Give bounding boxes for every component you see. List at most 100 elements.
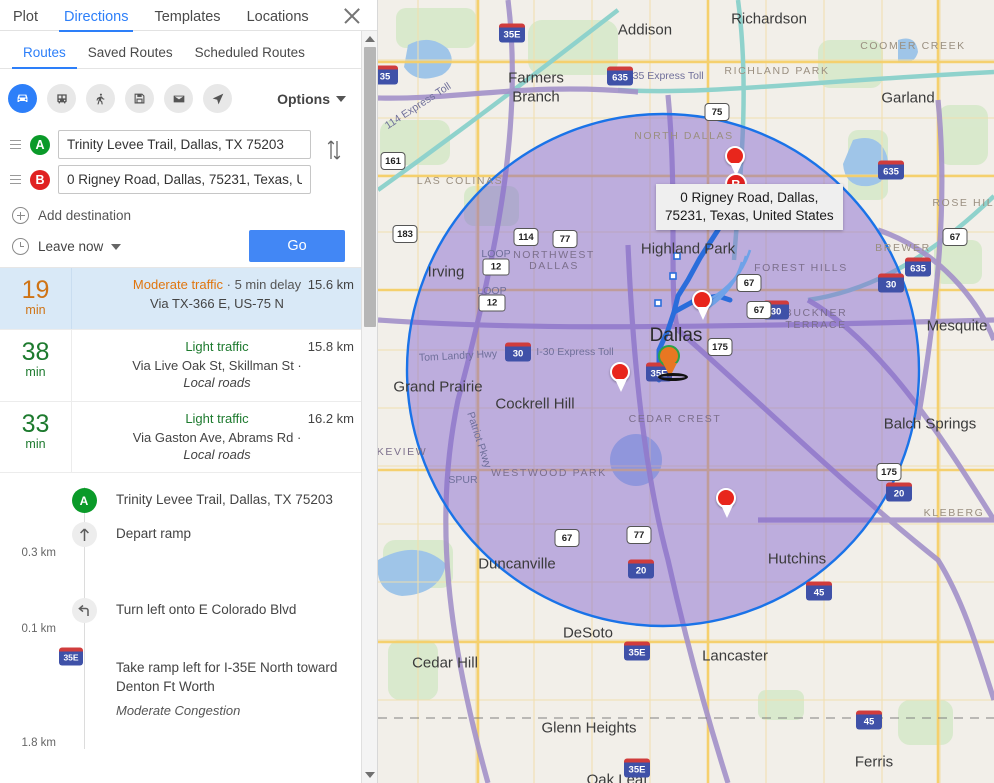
origin-badge: A xyxy=(30,134,50,155)
scroll-up-button[interactable] xyxy=(362,31,377,47)
pin-west[interactable] xyxy=(610,362,632,392)
map-neighborhood-label: NORTH DALLAS xyxy=(634,130,734,142)
options-button[interactable]: Options xyxy=(277,91,350,107)
route-distance: 15.6 km xyxy=(307,277,354,292)
chevron-up-icon xyxy=(364,36,375,42)
pin-b-destination[interactable] xyxy=(725,146,747,176)
origin-input[interactable] xyxy=(58,130,311,159)
bus-icon[interactable] xyxy=(47,84,76,113)
tab-routes[interactable]: Routes xyxy=(12,45,77,69)
map-neighborhood-label: ROSE HILL xyxy=(932,197,994,209)
highway-shield-77-icon: 77 xyxy=(626,526,652,544)
drag-handle-icon[interactable] xyxy=(10,138,24,152)
map-neighborhood-label: COOMER CREEK xyxy=(860,40,966,52)
pin-south[interactable] xyxy=(716,488,738,518)
map-city-label: Irving xyxy=(427,263,465,281)
leave-now-label[interactable]: Leave now xyxy=(38,239,103,254)
traffic-status: Moderate traffic xyxy=(132,277,223,292)
route-duration-value: 38 xyxy=(21,338,50,366)
step-item[interactable]: 0.1 km Turn left onto E Colorado Blvd xyxy=(0,597,362,656)
map-road-label: I-30 Express Toll xyxy=(536,346,614,358)
route-duration-value: 33 xyxy=(21,409,50,438)
origin-marker-a[interactable] xyxy=(658,345,688,381)
step-item[interactable]: 1.8 km 35E Take ramp left for I-35E Nort… xyxy=(0,647,362,750)
step-distance: 0.3 km xyxy=(21,547,56,560)
step-instruction: Turn left onto E Colorado Blvd xyxy=(116,602,297,618)
map-city-label: Balch Springs xyxy=(883,415,977,433)
highway-shield-175-icon: 175 xyxy=(707,338,733,356)
destination-input[interactable] xyxy=(58,165,311,194)
tab-templates[interactable]: Templates xyxy=(141,9,233,32)
scrollbar-thumb[interactable] xyxy=(364,47,376,327)
pin-north[interactable] xyxy=(692,290,714,320)
map-city-label: Dallas xyxy=(649,325,703,346)
chevron-down-icon[interactable] xyxy=(111,243,122,250)
map-city-label: Duncanville xyxy=(478,555,556,573)
route-duration-value: 19 xyxy=(21,276,50,304)
map-city-label: Oak Leaf xyxy=(586,771,648,783)
map-popup[interactable]: 0 Rigney Road, Dallas, 75231, Texas, Uni… xyxy=(656,184,843,231)
map-neighborhood-label: TERRACE xyxy=(785,319,847,331)
tab-saved-routes[interactable]: Saved Routes xyxy=(77,45,184,69)
tab-directions[interactable]: Directions xyxy=(51,9,141,32)
directions-panel: Plot Directions Templates Locations Rout… xyxy=(0,0,378,783)
map-neighborhood-label: DALLAS xyxy=(529,260,579,272)
tab-locations[interactable]: Locations xyxy=(234,9,322,32)
step-instruction: Trinity Levee Trail, Dallas, TX 75203 xyxy=(116,492,333,508)
route-inputs: A B xyxy=(0,123,362,197)
panel-scroll-body: Options A B xyxy=(0,70,362,783)
map-neighborhood-label: BUCKNER xyxy=(784,307,848,319)
tab-scheduled-routes[interactable]: Scheduled Routes xyxy=(184,45,316,69)
highway-shield-35-icon: 35 xyxy=(378,65,398,85)
panel-scrollbar[interactable] xyxy=(361,31,377,783)
route-via-suffix: Local roads xyxy=(183,446,251,462)
highway-shield-67-icon: 67 xyxy=(554,529,580,547)
route-via: Via TX-366 E, US-75 N xyxy=(80,295,354,312)
tab-plot[interactable]: Plot xyxy=(0,9,51,32)
add-destination-button[interactable]: Add destination xyxy=(0,197,362,230)
map-road-label: Patriot Pkwy xyxy=(464,410,494,470)
swap-arrows-icon[interactable] xyxy=(322,137,346,167)
go-button[interactable]: Go xyxy=(249,230,345,262)
drag-handle-icon[interactable] xyxy=(10,173,24,187)
route-duration-unit: min xyxy=(25,436,46,451)
map-neighborhood-label: FOREST HILLS xyxy=(754,262,848,274)
scroll-down-button[interactable] xyxy=(362,767,377,783)
origin-marker-a: A xyxy=(71,488,97,514)
route-option-3[interactable]: 33 min Light traffic Via Gaston Ave, Abr… xyxy=(0,401,362,474)
map-city-label: Cedar Hill xyxy=(412,654,478,672)
car-icon[interactable] xyxy=(8,84,37,113)
map-neighborhood-label: LAKEVIEW xyxy=(378,446,428,458)
map-neighborhood-label: RICHLAND PARK xyxy=(724,65,830,77)
walk-icon[interactable] xyxy=(86,84,115,113)
chevron-down-icon xyxy=(364,772,375,778)
route-option-2[interactable]: 38 min Light traffic Via Live Oak St, Sk… xyxy=(0,330,362,402)
step-instruction: Depart ramp xyxy=(116,526,192,542)
envelope-icon[interactable] xyxy=(164,84,193,113)
route-option-1[interactable]: 19 min Moderate traffic · 5 min delay Vi… xyxy=(0,268,362,330)
highway-shield-635-icon: 635 xyxy=(878,160,904,180)
step-congestion-note: Moderate Congestion xyxy=(116,703,241,719)
map-road-label: I-635 Express Toll xyxy=(620,70,704,82)
close-icon[interactable] xyxy=(341,5,363,27)
highway-shield-161-icon: 161 xyxy=(380,152,406,170)
route-distance: 16.2 km xyxy=(307,410,354,426)
route-via-text: Via Live Oak St, Skillman St · xyxy=(132,358,302,373)
step-distance xyxy=(0,487,64,521)
highway-shield-67-icon: 67 xyxy=(942,228,968,246)
step-item[interactable]: 0.3 km Depart ramp xyxy=(0,521,362,598)
navigate-icon[interactable] xyxy=(203,84,232,113)
separator: · xyxy=(226,277,231,292)
directions-app: Plot Directions Templates Locations Rout… xyxy=(0,0,994,783)
save-icon[interactable] xyxy=(125,84,154,113)
step-distance: 0.1 km xyxy=(21,623,56,636)
step-item[interactable]: A Trinity Levee Trail, Dallas, TX 75203 xyxy=(0,487,362,522)
map-city-label: Garland xyxy=(881,89,935,107)
highway-shield-77-icon: 77 xyxy=(552,230,578,248)
map-city-label: Mesquite xyxy=(926,317,988,335)
map-canvas[interactable]: Addison Richardson Farmers Branch Garland Irv… xyxy=(378,0,994,783)
highway-shield-45-icon: 45 xyxy=(856,710,882,730)
options-label: Options xyxy=(277,90,330,107)
step-icon-wrap xyxy=(64,597,104,656)
route-detail: Moderate traffic · 5 min delay Via TX-36… xyxy=(72,268,362,329)
